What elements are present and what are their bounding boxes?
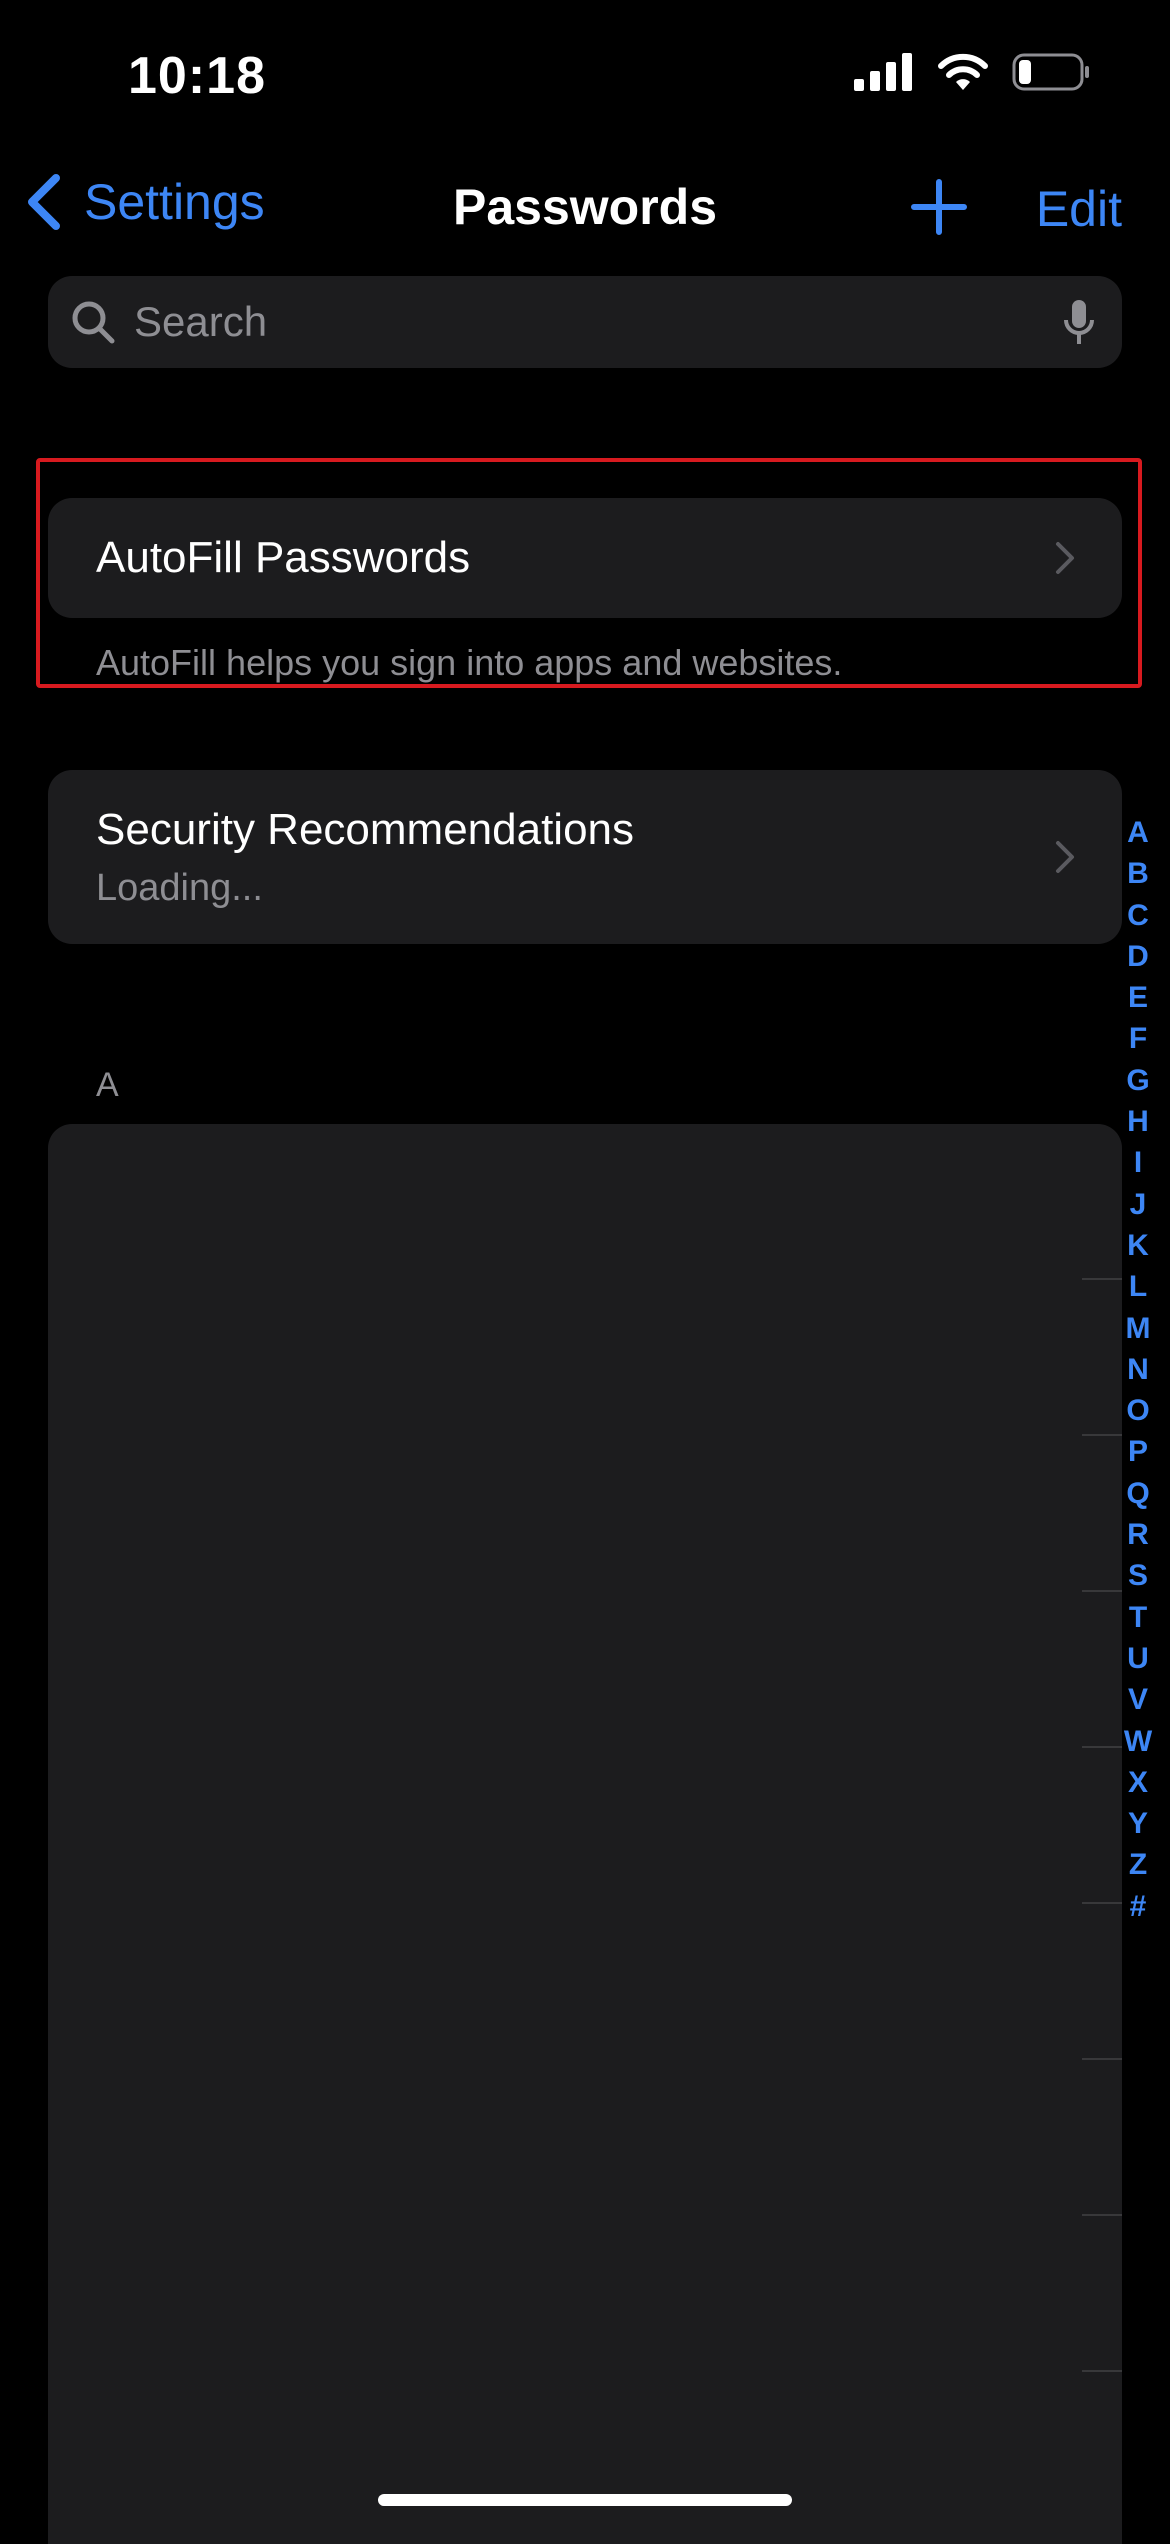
password-list[interactable] [48,1124,1122,2544]
security-recommendations-text: Security Recommendations Loading... [96,805,634,910]
index-letter[interactable]: I [1134,1142,1142,1183]
index-letter[interactable]: E [1128,977,1148,1018]
index-letter[interactable]: S [1128,1555,1148,1596]
list-separator [1082,2370,1122,2372]
plus-icon [911,179,967,235]
autofill-footer-text: AutoFill helps you sign into apps and we… [96,642,843,683]
index-letter[interactable]: Y [1128,1803,1148,1844]
index-letter[interactable]: M [1126,1308,1151,1349]
index-letter[interactable]: # [1130,1886,1147,1927]
microphone-icon[interactable] [1062,298,1096,346]
index-letter[interactable]: O [1126,1390,1149,1431]
index-letter[interactable]: J [1130,1184,1147,1225]
index-letter[interactable]: V [1128,1679,1148,1720]
index-letter[interactable]: C [1127,895,1149,936]
index-letter[interactable]: H [1127,1101,1149,1142]
battery-icon [1012,53,1089,91]
status-icons [854,52,1092,92]
search-bar[interactable] [48,276,1122,368]
index-letter[interactable]: G [1126,1060,1149,1101]
cellular-signal-icon [854,53,912,91]
security-recommendations-row[interactable]: Security Recommendations Loading... [48,770,1122,944]
index-letter[interactable]: U [1127,1638,1149,1679]
index-letter[interactable]: Q [1126,1473,1149,1514]
index-letter[interactable]: Z [1129,1844,1147,1885]
index-letter[interactable]: D [1127,936,1149,977]
security-recommendations-label: Security Recommendations [96,804,635,854]
section-header-a: A [96,1066,119,1104]
autofill-passwords-label: AutoFill Passwords [96,533,471,582]
index-letter[interactable]: R [1127,1514,1149,1555]
index-letter[interactable]: X [1128,1762,1148,1803]
index-letter[interactable]: F [1129,1018,1147,1059]
wifi-icon [938,53,988,90]
list-separator [1082,2214,1122,2216]
index-letter[interactable]: B [1127,853,1149,894]
autofill-passwords-row[interactable]: AutoFill Passwords [48,498,1122,618]
add-button[interactable] [910,178,968,241]
index-letter[interactable]: W [1124,1721,1152,1762]
status-time: 10:18 [128,47,266,105]
chevron-right-icon [1056,841,1074,873]
index-letter[interactable]: L [1129,1266,1147,1307]
index-letter[interactable]: A [1127,812,1149,853]
index-letter[interactable]: T [1129,1597,1147,1638]
index-letter[interactable]: N [1127,1349,1149,1390]
edit-button[interactable]: Edit [1036,180,1122,238]
index-letter[interactable]: P [1128,1431,1148,1472]
search-input[interactable] [132,297,1062,347]
security-recommendations-status: Loading... [96,866,263,909]
search-icon [72,301,115,344]
section-index[interactable]: A B C D E F G H I J K L M N O P Q R S T U V W X Y Z # [1116,812,1160,1927]
chevron-right-icon [1056,542,1074,574]
index-letter[interactable]: K [1127,1225,1149,1266]
home-indicator[interactable] [378,2494,792,2506]
page-title: Passwords [452,179,717,235]
list-separator [1082,2058,1122,2060]
